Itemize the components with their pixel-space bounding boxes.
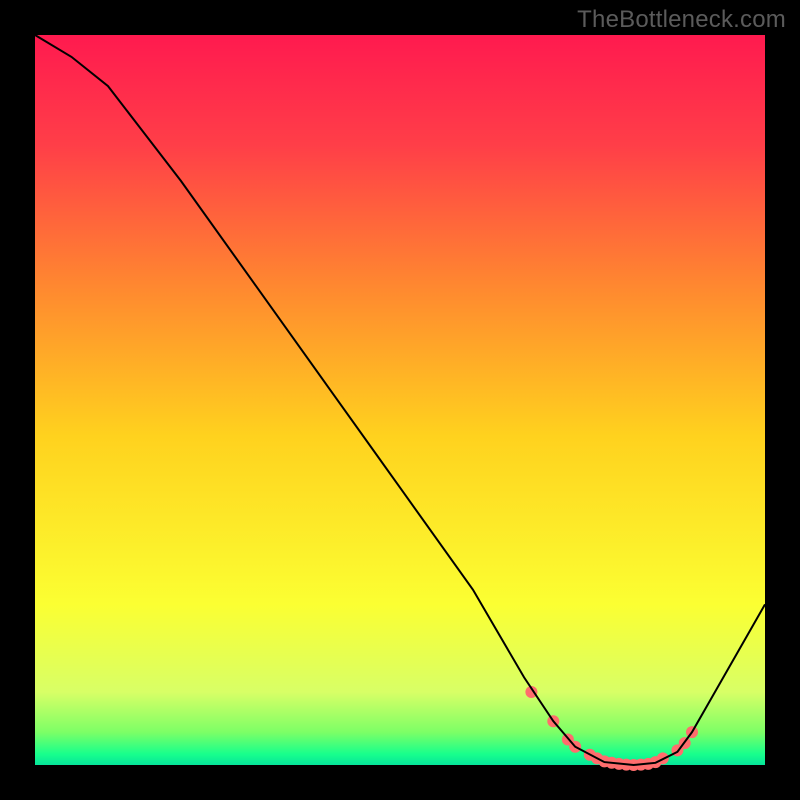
watermark-text: TheBottleneck.com — [577, 6, 786, 34]
chart-svg — [0, 0, 800, 800]
plot-background — [35, 35, 765, 765]
chart-container: TheBottleneck.com — [0, 0, 800, 800]
